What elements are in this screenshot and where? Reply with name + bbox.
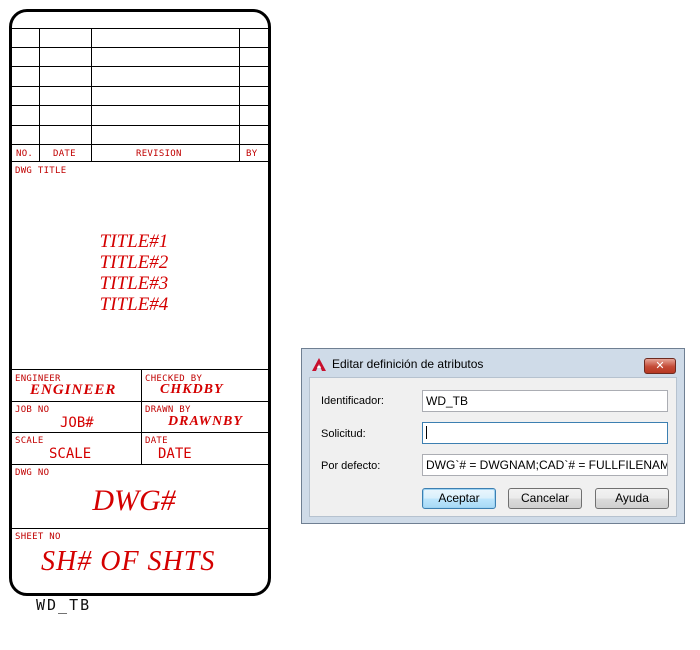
sheet-no-value: SH# OF SHTS [41, 546, 216, 577]
scale-label: SCALE [15, 436, 44, 446]
rev-line [12, 105, 268, 106]
block-name-label: WD_TB [36, 596, 92, 614]
rev-col-line [39, 28, 40, 161]
rev-line [12, 144, 268, 145]
section-line [12, 432, 268, 433]
edit-attribute-definition-dialog: Editar definición de atributos ✕ Identif… [301, 348, 685, 524]
rev-header-line [12, 161, 268, 162]
tag-label: Identificador: [321, 395, 384, 407]
engineer-value: ENGINEER [30, 382, 117, 398]
cancel-button[interactable]: Cancelar [508, 488, 582, 509]
rev-header-revision: REVISION [136, 149, 182, 159]
prompt-input[interactable] [422, 422, 668, 444]
autocad-logo-icon [312, 358, 326, 371]
date-value: DATE [158, 446, 192, 462]
section-col-line [141, 369, 142, 464]
rev-col-line [91, 28, 92, 161]
job-no-value: JOB# [60, 415, 94, 431]
dwg-no-label: DWG NO [15, 468, 50, 478]
rev-line [12, 125, 268, 126]
drawn-by-value: DRAWNBY [168, 414, 243, 429]
dialog-title: Editar definición de atributos [332, 357, 484, 371]
section-line [12, 464, 268, 465]
dialog-body: Identificador: WD_TB Solicitud: Por defe… [309, 377, 677, 517]
rev-header-date: DATE [53, 149, 76, 159]
title-line-2: TITLE#2 [99, 252, 169, 273]
title-line-3: TITLE#3 [99, 273, 169, 294]
default-input[interactable]: DWG`# = DWGNAM;CAD`# = FULLFILENAME;SH [422, 454, 668, 476]
sheet-no-label: SHEET NO [15, 532, 61, 542]
title-block-drawing: NO. DATE REVISION BY DWG TITLE TITLE#1 T… [9, 9, 271, 596]
title-line-4: TITLE#4 [99, 294, 169, 315]
date-label: DATE [145, 436, 168, 446]
dialog-titlebar[interactable]: Editar definición de atributos ✕ [302, 349, 684, 377]
rev-line [12, 66, 268, 67]
close-button[interactable]: ✕ [644, 358, 676, 374]
section-line [12, 528, 268, 529]
section-line [12, 401, 268, 402]
rev-line [12, 86, 268, 87]
job-no-label: JOB NO [15, 405, 50, 415]
title-line-1: TITLE#1 [99, 231, 169, 252]
rev-col-line [239, 28, 240, 161]
dwg-no-value: DWG# [92, 484, 176, 517]
rev-line [12, 28, 268, 29]
text-caret [426, 426, 427, 439]
ok-button[interactable]: Aceptar [422, 488, 496, 509]
default-label: Por defecto: [321, 460, 381, 472]
help-button[interactable]: Ayuda [595, 488, 669, 509]
rev-header-no: NO. [16, 149, 34, 159]
rev-line [12, 47, 268, 48]
dwg-title-label: DWG TITLE [15, 166, 67, 176]
section-line [12, 369, 268, 370]
rev-header-by: BY [246, 149, 258, 159]
scale-value: SCALE [49, 446, 92, 462]
prompt-label: Solicitud: [321, 428, 366, 440]
checked-by-value: CHKDBY [160, 382, 224, 397]
tag-input[interactable]: WD_TB [422, 390, 668, 412]
